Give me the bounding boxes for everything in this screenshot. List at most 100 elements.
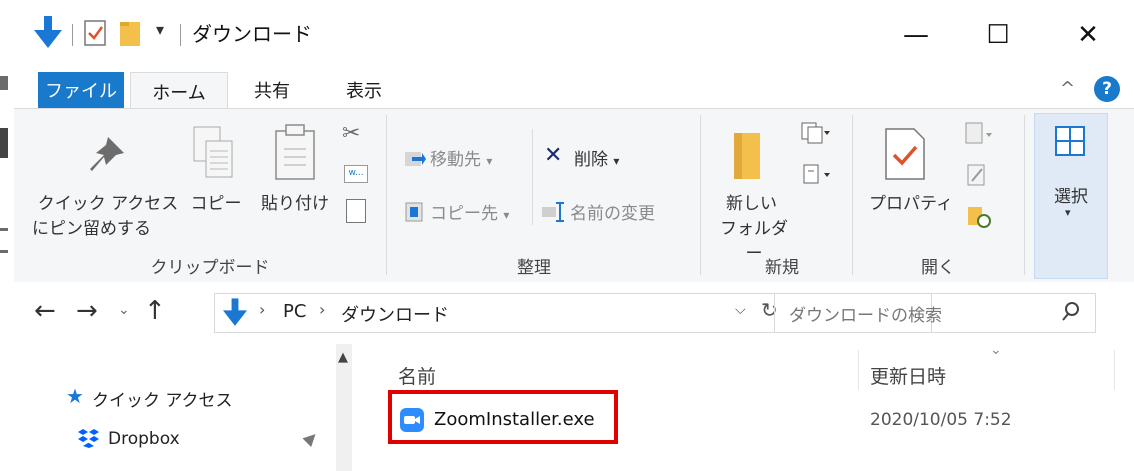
title-bar: ▾ ダウンロード — ☐ ✕ (14, 0, 1134, 72)
tab-share[interactable]: 共有 (240, 72, 304, 108)
separator (72, 24, 73, 46)
edit-icon[interactable] (966, 163, 988, 187)
maximize-button[interactable]: ☐ (958, 0, 1038, 70)
copy-to-button[interactable]: コピー先 ▾ (430, 199, 509, 224)
separator (180, 24, 181, 46)
pin-quick-access-button[interactable]: クイック アクセス にピン留めする (28, 189, 188, 239)
tab-home[interactable]: ホーム (130, 72, 228, 110)
paste-icon (272, 123, 318, 181)
navigation-pane: ★ クイック アクセス Dropbox ▲ (14, 344, 352, 471)
nav-quick-access[interactable]: クイック アクセス (92, 386, 233, 411)
delete-button[interactable]: 削除 ▾ (574, 145, 619, 170)
edge-mark (0, 228, 8, 231)
recent-locations-icon[interactable]: ⌄ (118, 302, 130, 318)
select-grid-icon (1055, 126, 1085, 156)
organize-separator (532, 129, 533, 225)
address-dropdown-icon[interactable]: ⌵ (735, 302, 746, 318)
edge-mark (0, 76, 8, 90)
move-to-button[interactable]: 移動先 ▾ (430, 145, 492, 170)
delete-label: 削除 (574, 150, 608, 170)
search-icon[interactable] (1061, 300, 1081, 324)
paste-button[interactable]: 貼り付け (252, 189, 338, 214)
nav-dropbox[interactable]: Dropbox (108, 429, 180, 449)
organize-group-label: 整理 (517, 258, 551, 278)
new-folder-large-icon (730, 129, 770, 181)
cut-icon[interactable]: ✂ (342, 121, 360, 146)
rename-button[interactable]: 名前の変更 (570, 199, 655, 224)
breadcrumb-pc[interactable]: PC (283, 301, 306, 322)
select-label: 選択 (1054, 187, 1088, 207)
breadcrumb-downloads[interactable]: ダウンロード (341, 301, 449, 327)
downloads-arrow-icon (223, 298, 247, 328)
tab-file[interactable]: ファイル (38, 72, 124, 108)
dropbox-icon (78, 428, 100, 448)
column-separator (1114, 350, 1115, 390)
search-placeholder: ダウンロードの検索 (789, 306, 942, 326)
open-icon[interactable] (964, 121, 994, 147)
close-button[interactable]: ✕ (1048, 0, 1128, 70)
delete-icon: ✕ (544, 143, 563, 168)
copy-to-icon (404, 201, 426, 223)
download-arrow-icon[interactable] (34, 16, 62, 50)
forward-icon[interactable]: → (76, 296, 98, 326)
chevron-right-icon: › (259, 300, 266, 319)
history-icon[interactable] (966, 205, 992, 229)
move-to-label: 移動先 (430, 150, 481, 170)
new-folder-icon[interactable] (118, 18, 146, 48)
file-modified: 2020/10/05 7:52 (870, 410, 1012, 430)
column-separator (858, 350, 859, 390)
copy-icon (190, 125, 238, 181)
easy-access-icon[interactable] (800, 161, 832, 189)
open-group-label: 開く (921, 258, 955, 278)
up-icon[interactable]: ↑ (144, 296, 166, 326)
edge-mark (0, 250, 8, 253)
close-icon: ✕ (1077, 20, 1099, 50)
properties-button[interactable]: プロパティ (864, 189, 958, 214)
column-header-name[interactable]: 名前 (398, 362, 436, 389)
highlight-box (388, 390, 618, 444)
new-group-label: 新規 (765, 258, 799, 278)
pin-label-line1: クイック アクセス (37, 194, 179, 214)
clipboard-group-label: クリップボード (150, 258, 270, 278)
copy-button[interactable]: コピー (188, 189, 244, 214)
tab-view[interactable]: 表示 (332, 72, 396, 108)
column-header-modified[interactable]: 更新日時 (870, 362, 946, 389)
sort-indicator-icon: ⌄ (990, 342, 1002, 358)
paste-shortcut-icon[interactable] (346, 199, 366, 223)
background-window-edge (0, 0, 15, 471)
group-separator (852, 115, 853, 275)
group-separator (700, 115, 701, 275)
select-button[interactable]: 選択 ▾ (1034, 113, 1108, 279)
collapse-ribbon-icon[interactable]: ^ (1060, 78, 1075, 99)
ribbon-tabs: ファイル ホーム 共有 表示 ^ ? (14, 72, 1134, 110)
ribbon: クイック アクセス にピン留めする コピー 貼り付け ✂ w... クリップボー… (14, 108, 1134, 284)
scroll-up-icon[interactable]: ▲ (338, 350, 348, 365)
select-dropdown-icon: ▾ (1065, 206, 1071, 219)
new-folder-line1: 新しい (726, 194, 777, 214)
chevron-right-icon: › (319, 300, 326, 319)
pin-icon (84, 133, 128, 177)
new-item-icon[interactable] (800, 119, 832, 147)
pin-label-line2: にピン留めする (32, 219, 151, 239)
group-separator (1024, 115, 1025, 275)
edge-mark (0, 128, 8, 158)
search-input[interactable]: ダウンロードの検索 (774, 293, 1096, 333)
minimize-icon: — (903, 20, 929, 50)
maximize-icon: ☐ (986, 20, 1010, 50)
copy-to-label: コピー先 (430, 204, 498, 224)
move-to-icon (404, 147, 426, 169)
minimize-button[interactable]: — (876, 0, 956, 70)
nav-scrollbar[interactable]: ▲ (336, 344, 352, 471)
copy-path-icon[interactable]: w... (344, 165, 368, 183)
help-icon[interactable]: ? (1094, 76, 1120, 102)
properties-icon (884, 127, 928, 181)
properties-check-icon[interactable] (84, 20, 108, 46)
star-icon: ★ (66, 384, 84, 408)
window-title: ダウンロード (192, 22, 312, 46)
rename-icon (542, 201, 566, 223)
back-icon[interactable]: ← (34, 296, 56, 326)
quick-access-dropdown-icon[interactable]: ▾ (156, 20, 164, 39)
pinned-icon: ▲ (301, 426, 324, 449)
address-row: ← → ⌄ ↑ › PC › ダウンロード ⌵ ↻ ダウンロードの検索 (14, 282, 1134, 344)
group-separator (386, 115, 387, 275)
